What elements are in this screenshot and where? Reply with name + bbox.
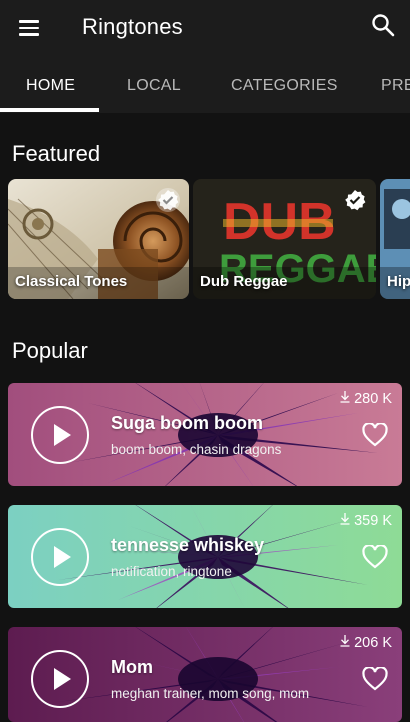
download-count-value: 280 K [354, 391, 392, 407]
tab-categories[interactable]: CATEGORIES [231, 62, 338, 113]
featured-heading: Featured [12, 141, 101, 166]
tab-premium[interactable]: PRE [381, 62, 410, 113]
featured-card-classical[interactable]: Classical Tones [8, 179, 189, 299]
featured-label: Hip [387, 273, 410, 290]
popular-heading: Popular [12, 338, 88, 363]
play-button[interactable] [31, 528, 89, 586]
play-icon [54, 424, 71, 446]
popular-item-card[interactable]: Mom meghan trainer, mom song, mom 206 K [8, 627, 402, 722]
heart-outline-icon[interactable] [362, 545, 388, 569]
ringtone-title: Mom [111, 657, 153, 677]
verified-badge-icon [345, 190, 366, 211]
download-icon [340, 513, 350, 525]
featured-card-dub-reggae[interactable]: DUB REGGAE Dub Reggae [193, 179, 376, 299]
play-icon [54, 668, 71, 690]
featured-card-hip[interactable]: Hip [380, 179, 410, 299]
download-icon [340, 635, 350, 647]
play-button[interactable] [31, 406, 89, 464]
popular-item-card[interactable]: tennesse whiskey notification, ringtone … [8, 505, 402, 608]
heart-outline-icon[interactable] [362, 667, 388, 691]
app-bar: Ringtones HOME LOCAL CATEGORIES PRE [0, 0, 410, 113]
menu-icon[interactable] [17, 14, 45, 40]
search-icon[interactable] [370, 12, 396, 38]
tab-bar: HOME LOCAL CATEGORIES PRE [0, 62, 410, 113]
popular-item-card[interactable]: Suga boom boom boom boom, chasin dragons… [8, 383, 402, 486]
heart-outline-icon[interactable] [362, 423, 388, 447]
ringtone-tags: boom boom, chasin dragons [111, 442, 282, 457]
download-count-value: 359 K [354, 513, 392, 529]
featured-label: Dub Reggae [200, 273, 288, 290]
ringtone-title: Suga boom boom [111, 413, 263, 433]
verified-badge-icon [156, 188, 180, 212]
play-button[interactable] [31, 650, 89, 708]
tab-local[interactable]: LOCAL [127, 62, 181, 113]
play-icon [54, 546, 71, 568]
download-count: 280 K [340, 391, 392, 407]
ringtone-tags: meghan trainer, mom song, mom [111, 686, 310, 701]
download-count: 206 K [340, 635, 392, 651]
download-count-value: 206 K [354, 635, 392, 651]
tab-home[interactable]: HOME [26, 62, 75, 113]
featured-label: Classical Tones [15, 273, 128, 290]
download-count: 359 K [340, 513, 392, 529]
app-title: Ringtones [82, 14, 183, 39]
ringtone-title: tennesse whiskey [111, 535, 265, 555]
ringtone-tags: notification, ringtone [111, 564, 232, 579]
download-icon [340, 391, 350, 403]
active-tab-indicator [0, 108, 99, 112]
